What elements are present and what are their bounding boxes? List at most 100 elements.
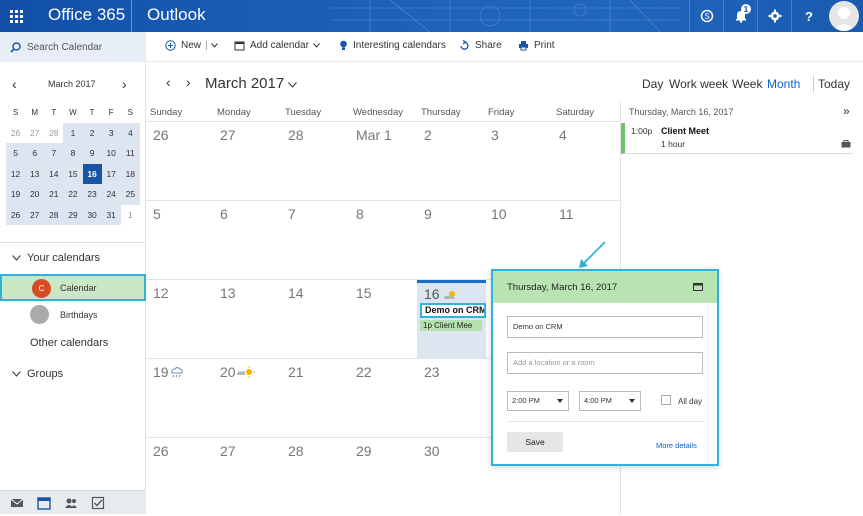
suite-title[interactable]: Office 365 — [48, 5, 125, 25]
today-button[interactable]: Today — [818, 77, 850, 91]
skype-button[interactable]: S — [689, 0, 723, 32]
month-title[interactable]: March 2017 — [205, 75, 298, 92]
user-avatar[interactable] — [829, 1, 859, 31]
mini-day[interactable]: 24 — [101, 184, 121, 205]
day-cell[interactable]: 19 — [153, 364, 169, 380]
day-cell[interactable]: 23 — [424, 364, 440, 380]
day-cell[interactable]: 11 — [559, 206, 574, 222]
mini-day[interactable]: 5 — [6, 143, 26, 164]
mini-day[interactable]: 28 — [44, 204, 64, 225]
day-cell[interactable]: 20 — [220, 364, 236, 380]
mini-day[interactable]: 13 — [25, 163, 45, 184]
mini-day[interactable]: 27 — [25, 204, 45, 225]
mini-day[interactable]: 15 — [63, 163, 83, 184]
mini-day[interactable]: 18 — [120, 163, 140, 184]
mini-day[interactable]: 12 — [6, 163, 26, 184]
add-calendar-button[interactable]: Add calendar — [234, 40, 325, 51]
mini-day[interactable]: 19 — [6, 184, 26, 205]
new-button[interactable]: New | — [165, 40, 223, 51]
day-cell[interactable]: 3 — [491, 127, 499, 143]
mail-icon[interactable] — [10, 496, 24, 510]
chevron-down-icon[interactable] — [210, 43, 218, 48]
mini-day[interactable]: 16 — [82, 163, 102, 184]
app-title[interactable]: Outlook — [147, 5, 206, 25]
mini-day[interactable]: 2 — [82, 122, 102, 143]
groups-toggle[interactable]: Groups — [12, 368, 63, 380]
day-cell[interactable]: 10 — [491, 206, 507, 222]
day-cell[interactable]: 27 — [220, 443, 236, 459]
day-cell[interactable]: 12 — [153, 285, 169, 301]
mini-day[interactable]: 23 — [82, 184, 102, 205]
mini-day[interactable]: 14 — [44, 163, 64, 184]
mini-day[interactable]: 29 — [63, 204, 83, 225]
your-calendars-toggle[interactable]: Your calendars — [12, 252, 100, 264]
start-time-select[interactable]: 2:00 PM — [507, 391, 569, 411]
all-day-checkbox[interactable] — [661, 395, 671, 405]
day-cell[interactable]: 4 — [559, 127, 567, 143]
mini-day[interactable]: 1 — [63, 122, 83, 143]
mini-day[interactable]: 10 — [101, 143, 121, 164]
mini-day[interactable]: 3 — [101, 122, 121, 143]
day-cell[interactable]: 26 — [153, 127, 169, 143]
day-cell[interactable]: Mar 1 — [356, 127, 392, 143]
mini-day[interactable]: 17 — [101, 163, 121, 184]
location-field[interactable]: Add a location or a room — [507, 352, 703, 374]
prev-month-button[interactable]: ‹ — [166, 74, 171, 90]
people-icon[interactable] — [64, 496, 78, 510]
agenda-event[interactable]: 1:00p Client Meet 1 hour — [621, 123, 853, 154]
mini-day[interactable]: 31 — [101, 204, 121, 225]
print-button[interactable]: Print — [518, 40, 555, 51]
day-cell[interactable]: 26 — [153, 443, 169, 459]
day-cell[interactable]: 2 — [424, 127, 432, 143]
calendar-icon[interactable] — [37, 496, 51, 510]
day-cell[interactable]: 6 — [220, 206, 228, 222]
help-button[interactable]: ? — [791, 0, 825, 32]
mini-day[interactable]: 21 — [44, 184, 64, 205]
other-calendars-link[interactable]: Other calendars — [30, 337, 108, 349]
day-cell[interactable]: 27 — [220, 127, 236, 143]
mini-day[interactable]: 25 — [120, 184, 140, 205]
next-month-button[interactable]: › — [186, 74, 191, 90]
day-cell[interactable]: 21 — [288, 364, 304, 380]
day-cell[interactable]: 9 — [424, 206, 432, 222]
settings-button[interactable] — [757, 0, 791, 32]
mini-day[interactable]: 22 — [63, 184, 83, 205]
day-cell[interactable]: 15 — [356, 285, 372, 301]
share-button[interactable]: Share — [459, 40, 502, 51]
mini-day[interactable]: 28 — [44, 123, 63, 144]
day-cell[interactable]: 5 — [153, 206, 161, 222]
mini-day[interactable]: 26 — [6, 123, 25, 144]
day-cell[interactable]: 28 — [288, 127, 304, 143]
view-day[interactable]: Day — [642, 77, 663, 91]
day-cell[interactable]: 28 — [288, 443, 304, 459]
tasks-icon[interactable] — [91, 496, 105, 510]
day-cell[interactable]: 13 — [220, 285, 236, 301]
day-cell[interactable]: 22 — [356, 364, 372, 380]
new-event-title-inline[interactable]: Demo on CRM — [420, 303, 486, 318]
mini-day[interactable]: 20 — [25, 184, 45, 205]
event-client-meet[interactable]: 1p Client Mee — [420, 320, 482, 331]
mini-day[interactable]: 9 — [82, 143, 102, 164]
mini-day[interactable]: 8 — [63, 143, 83, 164]
mini-day[interactable]: 30 — [82, 204, 102, 225]
mini-day[interactable]: 4 — [120, 122, 140, 143]
day-cell[interactable]: 30 — [424, 443, 440, 459]
view-month[interactable]: Month — [767, 77, 800, 91]
day-cell[interactable]: 29 — [356, 443, 372, 459]
notifications-button[interactable]: 1 — [723, 0, 757, 32]
mini-day[interactable]: 26 — [6, 204, 26, 225]
mini-day[interactable]: 11 — [120, 143, 140, 164]
mini-day[interactable]: 27 — [25, 123, 44, 144]
interesting-calendars-button[interactable]: Interesting calendars — [339, 40, 446, 51]
save-button[interactable]: Save — [507, 432, 563, 452]
mini-day[interactable]: 7 — [44, 143, 64, 164]
expand-window-icon[interactable] — [693, 283, 703, 291]
event-title-field[interactable]: Demo on CRM — [507, 316, 703, 338]
calendar-item-calendar[interactable]: C Calendar — [0, 274, 146, 301]
more-details-link[interactable]: More details — [656, 441, 697, 450]
collapse-pane-button[interactable]: » — [843, 104, 850, 118]
mini-prev-month-button[interactable]: ‹ — [12, 76, 17, 92]
mini-next-month-button[interactable]: › — [122, 76, 127, 92]
app-launcher-button[interactable] — [0, 0, 32, 32]
view-week[interactable]: Week — [732, 77, 762, 91]
